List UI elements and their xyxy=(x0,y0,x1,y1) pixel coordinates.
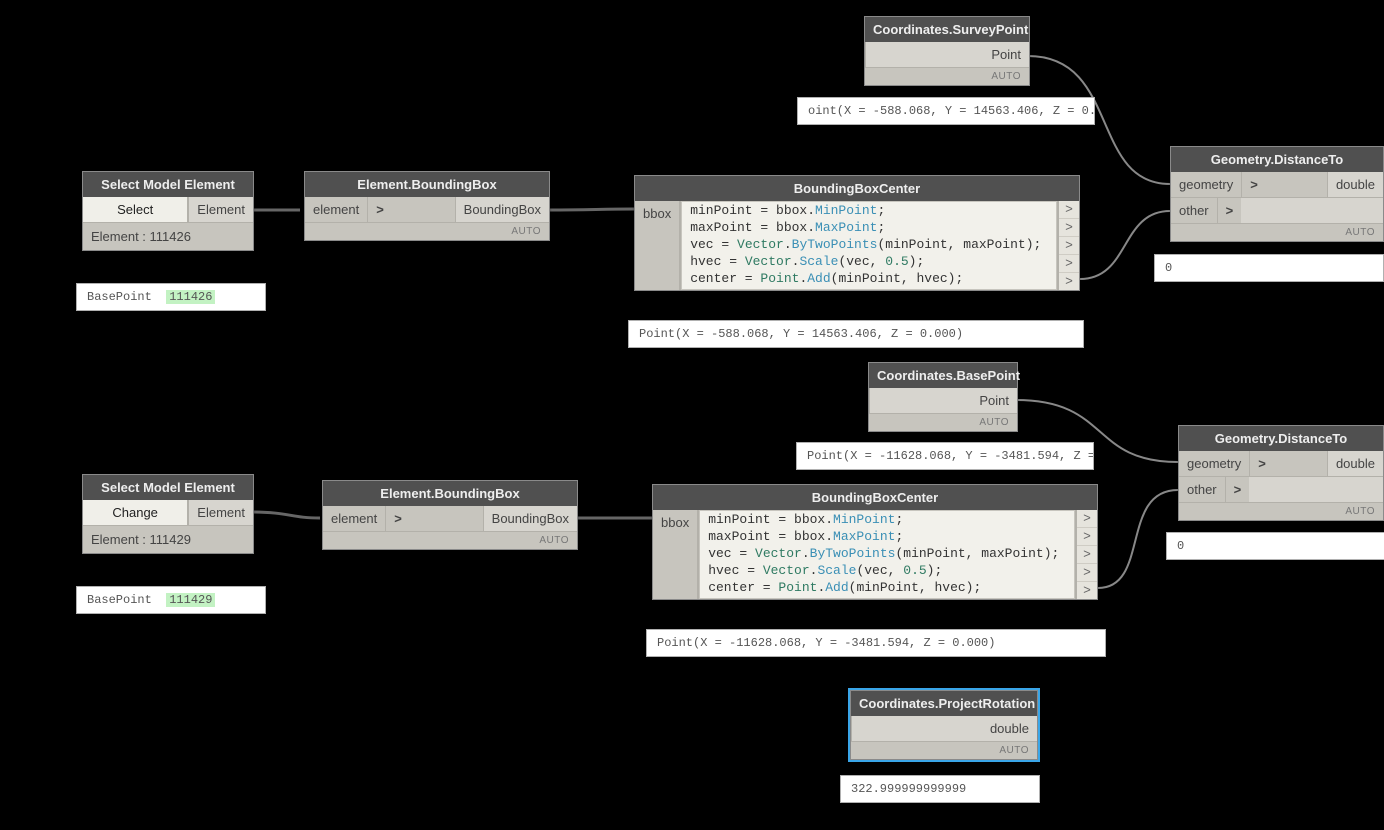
lacing-mode[interactable]: AUTO xyxy=(869,414,1017,431)
change-button[interactable]: Change xyxy=(83,500,188,525)
output-port-2[interactable]: > xyxy=(1059,219,1079,237)
preview-dist2: 0 xyxy=(1166,532,1384,560)
node-title: Select Model Element xyxy=(83,475,253,500)
node-element-boundingbox-2[interactable]: Element.BoundingBox element > BoundingBo… xyxy=(322,480,578,550)
node-boundingboxcenter-2[interactable]: BoundingBoxCenter bbox minPoint = bbox.M… xyxy=(652,484,1098,600)
input-port-bbox[interactable]: bbox xyxy=(653,510,699,599)
output-port-4[interactable]: > xyxy=(1077,564,1097,582)
output-port-1[interactable]: > xyxy=(1059,201,1079,219)
node-title: Geometry.DistanceTo xyxy=(1179,426,1383,451)
node-title: BoundingBoxCenter xyxy=(653,485,1097,510)
chevron-right-icon: > xyxy=(1226,477,1250,502)
preview-survey: oint(X = -588.068, Y = 14563.406, Z = 0.… xyxy=(797,97,1095,125)
input-port-geometry[interactable]: geometry xyxy=(1179,451,1250,476)
select-button[interactable]: Select xyxy=(83,197,188,222)
input-port-element[interactable]: element xyxy=(323,506,386,531)
preview-base: Point(X = -11628.068, Y = -3481.594, Z =… xyxy=(796,442,1094,470)
output-port-1[interactable]: > xyxy=(1077,510,1097,528)
node-title: BoundingBoxCenter xyxy=(635,176,1079,201)
chevron-right-icon: > xyxy=(1242,172,1266,197)
output-port-column: > > > > > xyxy=(1075,510,1097,599)
preview-dist1: 0 xyxy=(1154,254,1384,282)
preview-select1: BasePoint 111426 xyxy=(76,283,266,311)
output-port-point[interactable]: Point xyxy=(865,42,1029,67)
output-port-point[interactable]: Point xyxy=(869,388,1017,413)
input-port-other[interactable]: other xyxy=(1179,477,1226,502)
node-coordinates-projectrotation[interactable]: Coordinates.ProjectRotation double AUTO xyxy=(850,690,1038,760)
output-port-3[interactable]: > xyxy=(1077,546,1097,564)
output-port-element[interactable]: Element xyxy=(188,500,253,525)
node-geometry-distanceto-2[interactable]: Geometry.DistanceTo geometry > double ot… xyxy=(1178,425,1384,521)
output-port-boundingbox[interactable]: BoundingBox xyxy=(455,197,549,222)
output-port-double[interactable]: double xyxy=(1327,451,1383,476)
chevron-right-icon: > xyxy=(1218,198,1242,223)
preview-center2: Point(X = -11628.068, Y = -3481.594, Z =… xyxy=(646,629,1106,657)
input-port-bbox[interactable]: bbox xyxy=(635,201,681,290)
output-port-5[interactable]: > xyxy=(1059,273,1079,290)
chevron-right-icon: > xyxy=(368,197,392,222)
node-boundingboxcenter-1[interactable]: BoundingBoxCenter bbox minPoint = bbox.M… xyxy=(634,175,1080,291)
output-port-double[interactable]: double xyxy=(851,716,1037,741)
output-port-2[interactable]: > xyxy=(1077,528,1097,546)
input-port-geometry[interactable]: geometry xyxy=(1171,172,1242,197)
element-info: Element : 111426 xyxy=(83,223,253,250)
node-coordinates-surveypoint[interactable]: Coordinates.SurveyPoint Point AUTO xyxy=(864,16,1030,86)
lacing-mode[interactable]: AUTO xyxy=(323,532,577,549)
lacing-mode[interactable]: AUTO xyxy=(305,223,549,240)
preview-center1: Point(X = -588.068, Y = 14563.406, Z = 0… xyxy=(628,320,1084,348)
input-port-element[interactable]: element xyxy=(305,197,368,222)
output-port-5[interactable]: > xyxy=(1077,582,1097,599)
output-port-element[interactable]: Element xyxy=(188,197,253,222)
code-block[interactable]: minPoint = bbox.MinPoint;maxPoint = bbox… xyxy=(699,510,1075,599)
lacing-mode[interactable]: AUTO xyxy=(1171,224,1383,241)
preview-projrot: 322.999999999999 xyxy=(840,775,1040,803)
node-element-boundingbox-1[interactable]: Element.BoundingBox element > BoundingBo… xyxy=(304,171,550,241)
node-title: Element.BoundingBox xyxy=(305,172,549,197)
lacing-mode[interactable]: AUTO xyxy=(865,68,1029,85)
output-port-boundingbox[interactable]: BoundingBox xyxy=(483,506,577,531)
lacing-mode[interactable]: AUTO xyxy=(851,742,1037,759)
node-title: Coordinates.SurveyPoint xyxy=(865,17,1029,42)
node-title: Coordinates.BasePoint xyxy=(869,363,1017,388)
lacing-mode[interactable]: AUTO xyxy=(1179,503,1383,520)
node-title: Select Model Element xyxy=(83,172,253,197)
output-port-3[interactable]: > xyxy=(1059,237,1079,255)
node-title: Geometry.DistanceTo xyxy=(1171,147,1383,172)
element-info: Element : 111429 xyxy=(83,526,253,553)
node-select-model-element-1[interactable]: Select Model Element Select Element Elem… xyxy=(82,171,254,251)
input-port-other[interactable]: other xyxy=(1171,198,1218,223)
wires-layer xyxy=(0,0,1384,830)
output-port-4[interactable]: > xyxy=(1059,255,1079,273)
code-block[interactable]: minPoint = bbox.MinPoint;maxPoint = bbox… xyxy=(681,201,1057,290)
node-title: Coordinates.ProjectRotation xyxy=(851,691,1037,716)
chevron-right-icon: > xyxy=(1250,451,1274,476)
node-coordinates-basepoint[interactable]: Coordinates.BasePoint Point AUTO xyxy=(868,362,1018,432)
preview-select2: BasePoint 111429 xyxy=(76,586,266,614)
node-select-model-element-2[interactable]: Select Model Element Change Element Elem… xyxy=(82,474,254,554)
output-port-double[interactable]: double xyxy=(1327,172,1383,197)
output-port-column: > > > > > xyxy=(1057,201,1079,290)
node-geometry-distanceto-1[interactable]: Geometry.DistanceTo geometry > double ot… xyxy=(1170,146,1384,242)
chevron-right-icon: > xyxy=(386,506,410,531)
node-title: Element.BoundingBox xyxy=(323,481,577,506)
